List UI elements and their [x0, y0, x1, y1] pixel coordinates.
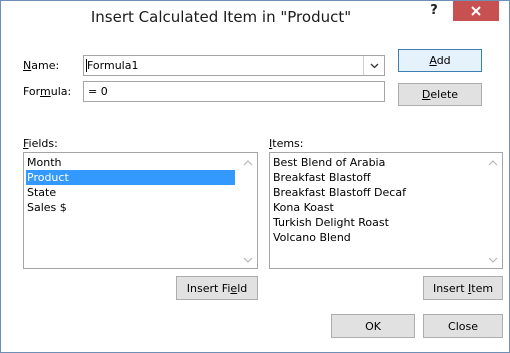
scroll-down-icon[interactable]	[243, 256, 253, 264]
formula-input[interactable]: = 0	[83, 81, 385, 102]
formula-label: Formula:	[23, 85, 72, 98]
close-button[interactable]: Close	[423, 314, 503, 338]
items-item-kona-koast[interactable]: Kona Koast	[273, 200, 334, 215]
scroll-up-icon[interactable]	[243, 159, 253, 167]
formula-value: = 0	[88, 85, 108, 98]
delete-button[interactable]: Delete	[398, 83, 482, 106]
fields-item-state[interactable]: State	[27, 185, 56, 200]
dialog-title: Insert Calculated Item in "Product"	[90, 8, 352, 26]
items-listbox[interactable]: Best Blend of Arabia Breakfast Blastoff …	[269, 152, 503, 269]
items-label: Items:	[269, 137, 304, 150]
items-item-breakfast-blastoff-decaf[interactable]: Breakfast Blastoff Decaf	[273, 185, 406, 200]
items-item-best-blend-of-arabia[interactable]: Best Blend of Arabia	[273, 155, 385, 170]
items-item-breakfast-blastoff[interactable]: Breakfast Blastoff	[273, 170, 371, 185]
fields-label: Fields:	[23, 137, 58, 150]
items-item-volcano-blend[interactable]: Volcano Blend	[273, 230, 351, 245]
help-button[interactable]: ?	[421, 1, 447, 23]
name-dropdown-button[interactable]	[363, 56, 384, 75]
insert-item-button[interactable]: Insert Item	[423, 276, 503, 300]
title-bar: Insert Calculated Item in "Product" ?	[1, 1, 509, 31]
close-window-button[interactable]	[453, 1, 499, 21]
fields-listbox[interactable]: Month Product State Sales $	[23, 152, 258, 269]
fields-item-sales[interactable]: Sales $	[27, 200, 67, 215]
insert-field-button[interactable]: Insert Field	[176, 276, 258, 300]
add-button[interactable]: Add	[398, 49, 482, 72]
name-value: Formula1	[87, 59, 139, 72]
close-icon	[471, 6, 481, 16]
name-combobox[interactable]: Formula1	[83, 55, 385, 76]
fields-item-product[interactable]: Product	[26, 170, 235, 185]
fields-item-month[interactable]: Month	[27, 155, 61, 170]
chevron-down-icon	[370, 63, 378, 68]
insert-calculated-item-dialog: Insert Calculated Item in "Product" ? Na…	[0, 0, 510, 353]
name-label: Name:	[23, 59, 60, 72]
scroll-down-icon[interactable]	[488, 256, 498, 264]
scroll-up-icon[interactable]	[488, 159, 498, 167]
ok-button[interactable]: OK	[331, 314, 415, 338]
items-item-turkish-delight-roast[interactable]: Turkish Delight Roast	[273, 215, 389, 230]
